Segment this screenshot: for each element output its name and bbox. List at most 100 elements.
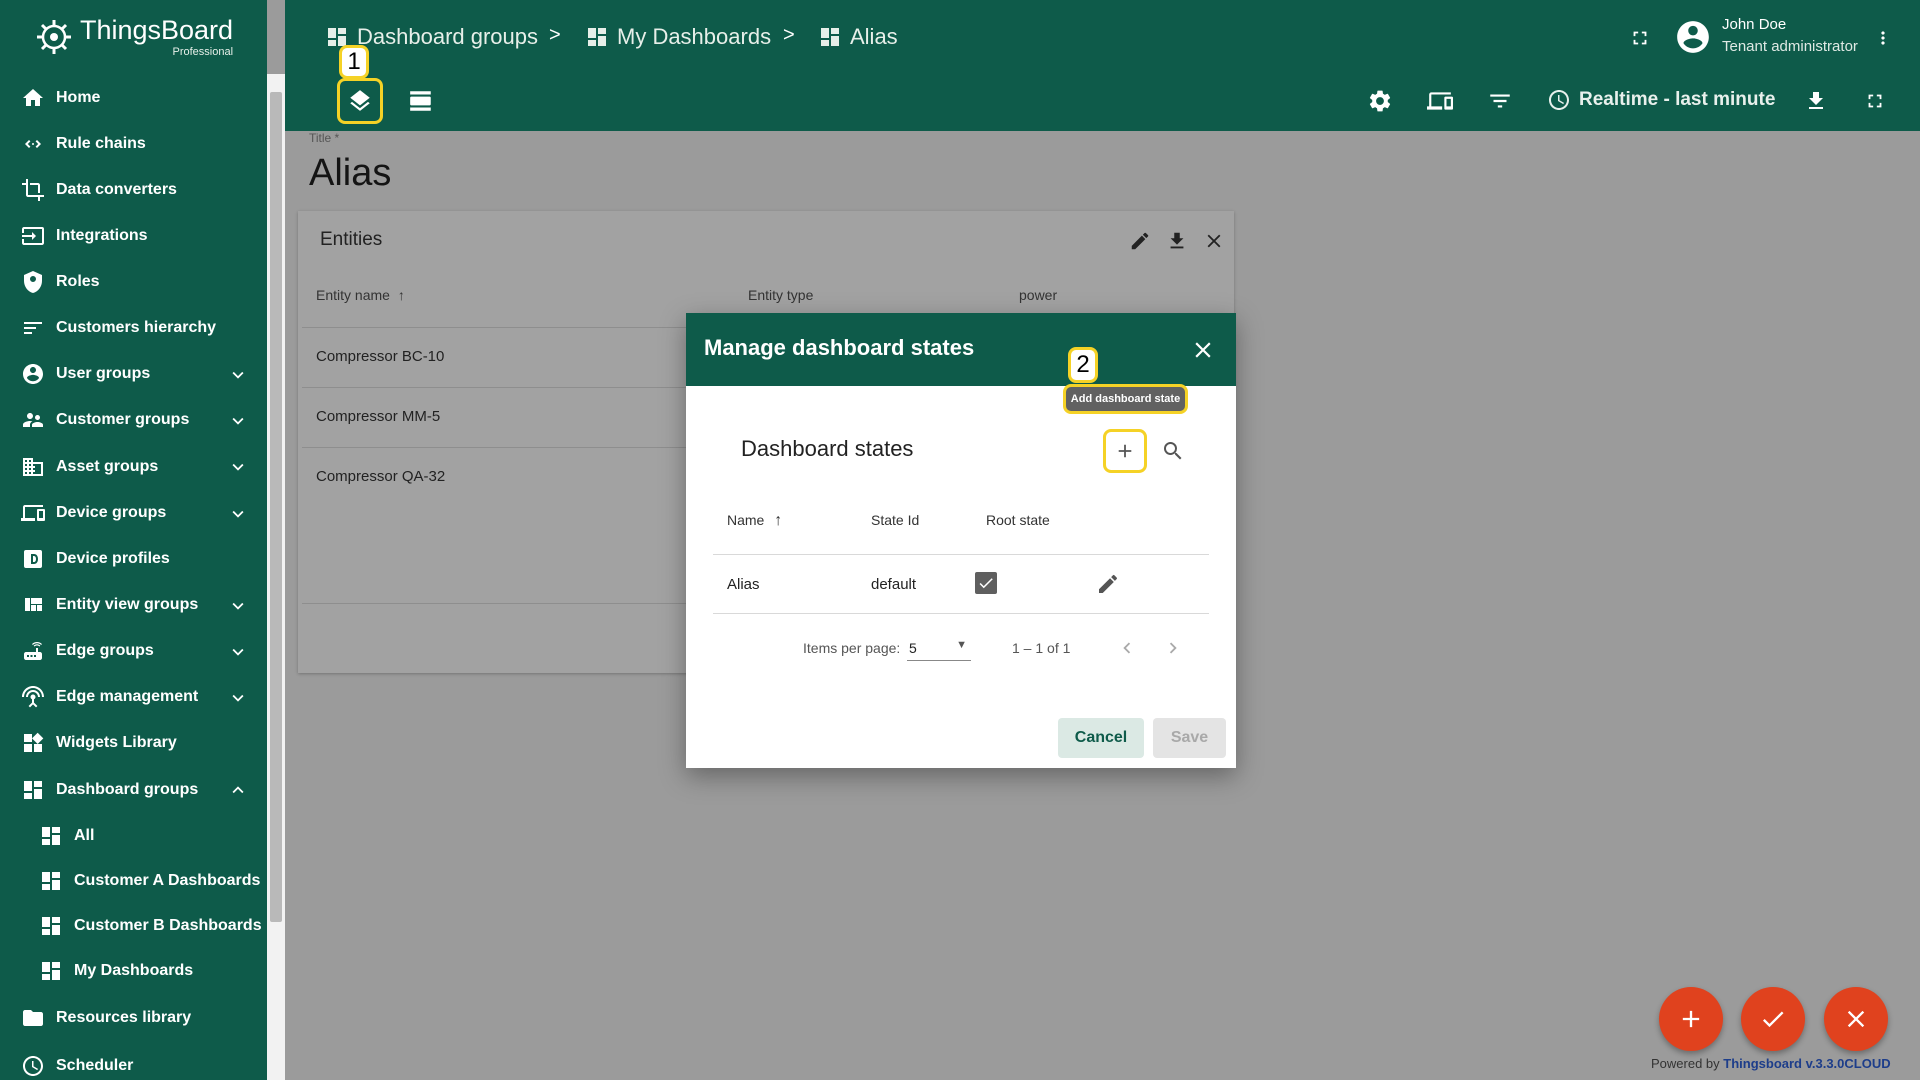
sidebar-item-scheduler[interactable]: Scheduler [0,1043,267,1080]
sidebar-item-roles[interactable]: Roles [0,259,267,305]
widget-edit-button[interactable] [1126,227,1154,255]
add-widget-fab[interactable] [1659,987,1723,1051]
more-menu-button[interactable] [1873,24,1893,52]
sidebar-item-all[interactable]: All [0,813,267,858]
domain-icon [20,454,46,480]
breadcrumb-my-dashboards[interactable]: My Dashboards [585,24,771,50]
widget-remove-button[interactable] [1200,227,1228,255]
chevron-down-icon[interactable] [227,503,249,530]
sidebar-item-dashboard-groups[interactable]: Dashboard groups [0,766,267,813]
search-button[interactable] [1154,432,1192,470]
sidebar-item-label: My Dashboards [74,961,194,979]
chevron-down-icon[interactable] [227,595,249,622]
previous-page-button[interactable] [1114,635,1140,661]
column-header-root-state: Root state [986,512,1050,528]
chevron-down-icon[interactable] [227,641,249,668]
sidebar-scrollbar-thumb[interactable] [270,92,282,922]
chevron-down-icon[interactable] [227,687,249,714]
column-header-state-id[interactable]: State Id [871,512,919,528]
sidebar-item-device-profiles[interactable]: Device profiles [0,536,267,582]
powered-by-link[interactable]: Thingsboard v.3.3.0CLOUD [1723,1056,1890,1071]
dashboard-icon [38,823,64,849]
data-converters-icon [20,177,46,203]
items-per-page-select[interactable]: 5 ▼ [907,633,971,661]
decline-changes-fab[interactable] [1824,987,1888,1051]
manage-layouts-button[interactable] [401,81,441,121]
sidebar-item-edge-management[interactable]: Edge management [0,674,267,720]
timewindow-button[interactable]: Realtime - last minute [1547,88,1775,112]
manage-dashboard-states-button[interactable] [340,81,380,121]
sidebar-item-asset-groups[interactable]: Asset groups [0,443,267,490]
table-row[interactable]: Alias default [713,554,1209,614]
integrations-icon [20,223,46,249]
sidebar-item-customers-hierarchy[interactable]: Customers hierarchy [0,305,267,351]
sidebar-item-customer-groups[interactable]: Customer groups [0,397,267,443]
column-header-power[interactable]: power [1019,287,1057,303]
select-target-layout-button[interactable] [1425,86,1455,116]
settings-button[interactable] [1365,86,1395,116]
sidebar-item-user-groups[interactable]: User groups [0,351,267,397]
column-header-entity-type[interactable]: Entity type [748,287,813,303]
download-icon [1809,92,1823,109]
rule-chains-icon [20,131,46,157]
sidebar-item-label: All [74,826,95,844]
export-button[interactable] [1801,86,1831,116]
dashboard-title[interactable]: Alias [309,152,391,195]
apply-changes-fab[interactable] [1741,987,1805,1051]
sidebar-item-label: Customer A Dashboards [74,871,261,889]
edit-state-button[interactable] [1093,569,1123,599]
sidebar-item-label: Roles [56,273,100,290]
step-2-marker: 2 [1068,347,1098,383]
column-header-entity-name[interactable]: Entity name ↑ [316,287,405,303]
dialog-close-button[interactable] [1188,335,1218,365]
aliases-filter-button[interactable] [1485,86,1515,116]
sidebar-item-data-converters[interactable]: Data converters [0,167,267,213]
save-button[interactable]: Save [1153,718,1226,758]
sidebar-item-resources-library[interactable]: Resources library [0,993,267,1043]
avatar[interactable] [1673,17,1713,57]
fullscreen-icon [1868,94,1882,108]
next-page-button[interactable] [1160,635,1186,661]
sidebar-item-label: Entity view groups [56,596,199,613]
sidebar-item-widgets-library[interactable]: Widgets Library [0,720,267,766]
sidebar-item-customer-a-dashboards[interactable]: Customer A Dashboards [0,858,267,903]
chevron-up-icon[interactable] [227,779,249,806]
logo[interactable]: ThingsBoard Professional [0,0,267,74]
dashboard-states-title: Dashboard states [741,436,914,461]
sidebar-item-entity-view-groups[interactable]: Entity view groups [0,582,267,628]
fullscreen-button[interactable] [1626,24,1654,52]
column-header-name[interactable]: Name ↑ [727,512,782,530]
dashboard-icon [588,28,606,46]
chevron-down-icon[interactable] [227,410,249,437]
close-icon [1207,234,1221,248]
state-name-cell: Alias [727,576,760,593]
sidebar-item-rule-chains[interactable]: Rule chains [0,121,267,167]
settings-input-antenna-icon [20,684,46,710]
dashboard-fullscreen-button[interactable] [1860,86,1890,116]
widget-export-button[interactable] [1163,227,1191,255]
sidebar-item-my-dashboards[interactable]: My Dashboards [0,948,267,993]
pagination-range: 1 – 1 of 1 [1012,640,1071,656]
sidebar-item-label: Widgets Library [56,734,177,751]
sidebar-item-label: Integrations [56,227,148,244]
breadcrumb-separator: > [549,24,561,46]
download-icon [1170,232,1184,249]
sidebar-item-edge-groups[interactable]: Edge groups [0,628,267,674]
add-dashboard-state-button[interactable] [1106,432,1144,470]
chevron-down-icon[interactable] [227,456,249,483]
schedule-icon [1549,90,1569,110]
sidebar-item-customer-b-dashboards[interactable]: Customer B Dashboards [0,903,267,948]
sidebar-item-label: Resources library [56,1009,192,1026]
sidebar-item-integrations[interactable]: Integrations [0,213,267,259]
sidebar-item-device-groups[interactable]: Device groups [0,490,267,536]
cancel-button[interactable]: Cancel [1058,718,1144,758]
account-circle-icon [1677,21,1709,53]
sidebar-item-home[interactable]: Home [0,74,267,121]
powered-by: Powered by Thingsboard v.3.3.0CLOUD [1651,1056,1891,1071]
chevron-down-icon[interactable] [227,364,249,391]
dashboard-icon [38,868,64,894]
widgets-icon [20,730,46,756]
hierarchy-icon [20,315,46,341]
thingsboard-logo-icon [36,20,71,54]
check-icon [979,578,993,589]
